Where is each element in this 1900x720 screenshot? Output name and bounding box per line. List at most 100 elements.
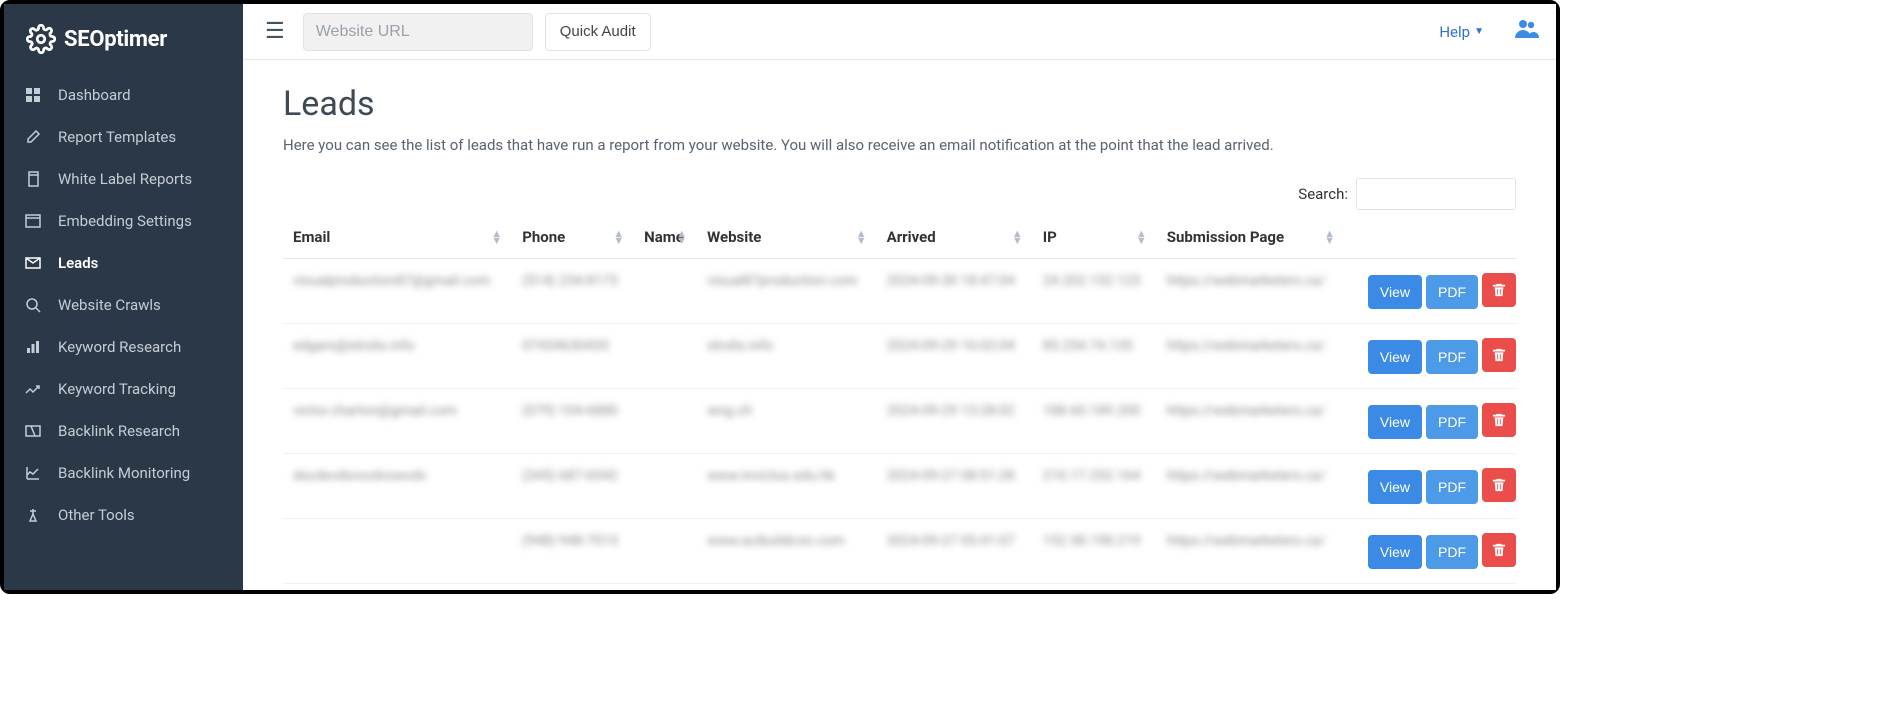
table-cell: (345) 687-6542 <box>512 454 634 519</box>
table-cell <box>634 389 697 454</box>
table-actions: ViewPDF <box>1345 519 1516 584</box>
delete-button[interactable] <box>1482 533 1516 567</box>
table-cell: liftingstars.ca <box>697 584 877 591</box>
table-row: dscdxvdsvsvdvswvdv(345) 687-6542 www.invi… <box>283 454 1516 519</box>
sort-icon: ▲▼ <box>856 230 867 244</box>
table-cell: https://webmarketers.ca/ <box>1157 584 1345 591</box>
table-cell: wng.ch <box>697 389 877 454</box>
table-cell: https://webmarketers.ca/ <box>1157 324 1345 389</box>
table-controls: Search: <box>283 178 1516 210</box>
table-cell: www.invictus.edu.hk <box>697 454 877 519</box>
sidebar-item-label: Report Templates <box>58 128 176 146</box>
mail-icon <box>24 255 42 271</box>
users-icon[interactable] <box>1514 18 1540 46</box>
sidebar-item-dashboard[interactable]: Dashboard <box>4 74 243 116</box>
menu-toggle-icon[interactable]: ☰ <box>259 15 291 48</box>
view-button[interactable]: View <box>1368 275 1422 309</box>
column-header[interactable]: Submission Page▲▼ <box>1157 216 1345 259</box>
sidebar-item-backlink-monitoring[interactable]: Backlink Monitoring <box>4 452 243 494</box>
table-row: liftingstars.ca2024-09-26 18:29:14209.12… <box>283 584 1516 591</box>
column-header[interactable]: Name▲▼ <box>634 216 697 259</box>
pdf-button[interactable]: PDF <box>1426 340 1478 374</box>
table-cell <box>283 584 512 591</box>
sidebar-item-label: Keyword Research <box>58 338 181 356</box>
table-cell: 85.254.74.135 <box>1033 324 1157 389</box>
table-cell: 2024-09-30 18:47:04 <box>877 259 1033 324</box>
website-url-input[interactable] <box>303 13 533 51</box>
table-actions: ViewPDF <box>1345 259 1516 324</box>
pdf-button[interactable]: PDF <box>1426 405 1478 439</box>
tool-icon <box>24 507 42 523</box>
sidebar-item-keyword-tracking[interactable]: Keyword Tracking <box>4 368 243 410</box>
view-button[interactable]: View <box>1368 405 1422 439</box>
table-cell: 2024-09-29 16:02:04 <box>877 324 1033 389</box>
sidebar-item-white-label-reports[interactable]: White Label Reports <box>4 158 243 200</box>
table-actions: ViewPDF <box>1345 389 1516 454</box>
content: Leads Here you can see the list of leads… <box>243 60 1556 590</box>
column-header[interactable]: Email▲▼ <box>283 216 512 259</box>
column-header[interactable]: Arrived▲▼ <box>877 216 1033 259</box>
sidebar-item-backlink-research[interactable]: Backlink Research <box>4 410 243 452</box>
sidebar-item-report-templates[interactable]: Report Templates <box>4 116 243 158</box>
table-cell: (948) 948-7013 <box>512 519 634 584</box>
table-cell: 209.121.140.22 <box>1033 584 1157 591</box>
view-button[interactable]: View <box>1368 470 1422 504</box>
pdf-button[interactable]: PDF <box>1426 535 1478 569</box>
sidebar-item-embedding-settings[interactable]: Embedding Settings <box>4 200 243 242</box>
table-cell: victor.charton@gmail.com <box>283 389 512 454</box>
table-cell: https://webmarketers.ca/ <box>1157 389 1345 454</box>
search-icon <box>24 297 42 313</box>
quick-audit-button[interactable]: Quick Audit <box>545 13 651 51</box>
table-cell: 210.17.252.164 <box>1033 454 1157 519</box>
table-actions: ViewPDF <box>1345 324 1516 389</box>
sidebar-item-other-tools[interactable]: Other Tools <box>4 494 243 536</box>
table-row: (948) 948-7013www.acibuildcon.com2024-09… <box>283 519 1516 584</box>
dashboard-icon <box>24 87 42 103</box>
sidebar: SEOptimer Dashboard Report Templates White… <box>4 4 243 590</box>
delete-button[interactable] <box>1482 338 1516 372</box>
page-description: Here you can see the list of leads that … <box>283 136 1516 154</box>
link-icon <box>24 423 42 439</box>
table-cell: https://webmarketers.ca/ <box>1157 454 1345 519</box>
view-button[interactable]: View <box>1368 535 1422 569</box>
sidebar-item-leads[interactable]: Leads <box>4 242 243 284</box>
main: ☰ Quick Audit Help ▼ Leads Here you can … <box>243 4 1556 590</box>
gear-icon <box>26 24 56 54</box>
delete-button[interactable] <box>1482 403 1516 437</box>
sidebar-item-label: Backlink Research <box>58 422 180 440</box>
table-cell: 152.58.198.219 <box>1033 519 1157 584</box>
view-button[interactable]: View <box>1368 340 1422 374</box>
sidebar-item-label: Dashboard <box>58 86 131 104</box>
sidebar-item-label: Embedding Settings <box>58 212 192 230</box>
table-cell: dscdxvdsvsvdvswvdv <box>283 454 512 519</box>
table-actions: ViewPDF <box>1345 454 1516 519</box>
pdf-button[interactable]: PDF <box>1426 470 1478 504</box>
column-header[interactable]: Website▲▼ <box>697 216 877 259</box>
table-cell <box>634 584 697 591</box>
column-header[interactable]: Phone▲▼ <box>512 216 634 259</box>
table-cell <box>634 519 697 584</box>
sidebar-item-website-crawls[interactable]: Website Crawls <box>4 284 243 326</box>
table-cell: (514) 234-8173 <box>512 259 634 324</box>
table-cell: 2024-09-29 13:28:02 <box>877 389 1033 454</box>
column-header[interactable]: IP▲▼ <box>1033 216 1157 259</box>
help-dropdown[interactable]: Help ▼ <box>1439 23 1484 41</box>
pdf-button[interactable]: PDF <box>1426 275 1478 309</box>
sort-icon: ▲▼ <box>1136 230 1147 244</box>
embed-icon <box>24 213 42 229</box>
delete-button[interactable] <box>1482 273 1516 307</box>
delete-button[interactable] <box>1482 468 1516 502</box>
table-actions: ViewPDF <box>1345 584 1516 591</box>
column-header <box>1345 216 1516 259</box>
table-cell: visual87production.com <box>697 259 877 324</box>
table-cell <box>634 454 697 519</box>
sidebar-item-label: Other Tools <box>58 506 135 524</box>
sidebar-item-label: Backlink Monitoring <box>58 464 190 482</box>
bars-icon <box>24 339 42 355</box>
brand-logo[interactable]: SEOptimer <box>4 4 243 70</box>
sidebar-item-keyword-research[interactable]: Keyword Research <box>4 326 243 368</box>
sort-icon: ▲▼ <box>1324 230 1335 244</box>
table-cell: strolis.info <box>697 324 877 389</box>
table-cell: 24.202.152.123 <box>1033 259 1157 324</box>
search-input[interactable] <box>1356 178 1516 210</box>
